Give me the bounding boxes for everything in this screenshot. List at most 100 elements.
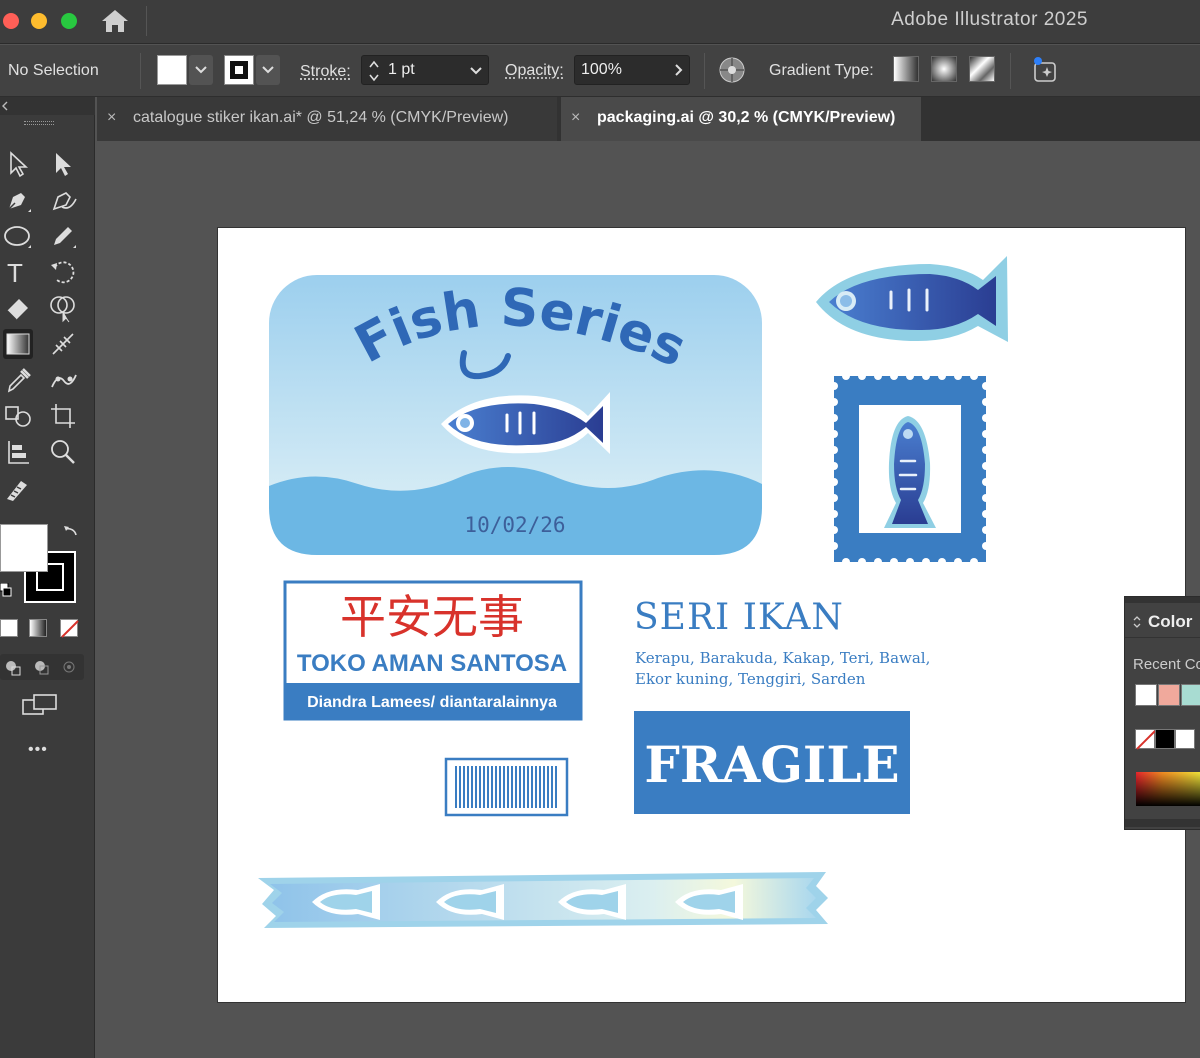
- close-icon[interactable]: ×: [107, 109, 116, 127]
- recolor-artwork-icon[interactable]: [717, 55, 747, 85]
- tab-label: packaging.ai @ 30,2 % (CMYK/Preview): [597, 109, 896, 126]
- column-graph-tool-icon[interactable]: [3, 437, 33, 467]
- gradient-tool-icon[interactable]: [3, 329, 33, 359]
- store-chinese-text: 平安无事: [340, 590, 524, 644]
- chevron-right-icon[interactable]: [675, 64, 683, 76]
- curvature-tool-icon[interactable]: [48, 185, 78, 215]
- opacity-label[interactable]: Opacity:: [505, 62, 564, 80]
- tab-packaging[interactable]: × packaging.ai @ 30,2 % (CMYK/Preview): [561, 97, 921, 141]
- none-swatch[interactable]: [1135, 729, 1156, 750]
- linear-gradient-button[interactable]: [893, 56, 919, 82]
- color-panel-title[interactable]: Color: [1148, 612, 1192, 632]
- tab-label: catalogue stiker ikan.ai* @ 51,24 % (CMY…: [133, 109, 509, 126]
- fish-ribbon[interactable]: [258, 872, 828, 928]
- ellipse-tool-icon[interactable]: [3, 221, 33, 251]
- store-name: TOKO AMAN SANTOSA: [297, 650, 567, 677]
- draw-inside-icon[interactable]: [60, 658, 78, 676]
- shape-builder-tool-icon[interactable]: [48, 293, 78, 323]
- maximize-window-button[interactable]: [61, 13, 77, 29]
- stepper-icon[interactable]: [368, 59, 380, 83]
- swap-colors-icon[interactable]: [62, 523, 80, 541]
- black-swatch[interactable]: [1155, 729, 1175, 749]
- selection-status: No Selection: [8, 62, 99, 79]
- radial-gradient-button[interactable]: [931, 56, 957, 82]
- tab-catalogue-stiker-ikan[interactable]: × catalogue stiker ikan.ai* @ 51,24 % (C…: [97, 97, 557, 141]
- fish-sticker[interactable]: [816, 256, 1008, 342]
- direct-selection-tool-icon[interactable]: [48, 149, 78, 179]
- artboard[interactable]: Fish Series 10/02/26 平安无事 TOKO AMAN SANT…: [218, 228, 1185, 1002]
- close-icon[interactable]: ×: [571, 109, 580, 127]
- chevron-down-icon: [195, 66, 207, 74]
- card-date: 10/02/26: [464, 513, 565, 537]
- type-tool-icon[interactable]: T: [3, 257, 33, 288]
- artboard-tool-icon[interactable]: [48, 401, 78, 431]
- edit-toolbar-button[interactable]: •••: [28, 741, 48, 759]
- fill-swatch[interactable]: [157, 55, 187, 85]
- zoom-tool-icon[interactable]: [48, 437, 78, 467]
- barcode[interactable]: [444, 757, 569, 817]
- shaper-tool-icon[interactable]: [3, 473, 33, 503]
- panel-footer: [1125, 819, 1200, 827]
- divider: [1010, 53, 1011, 89]
- stroke-dropdown[interactable]: [256, 55, 280, 85]
- puppet-warp-tool-icon[interactable]: [48, 365, 78, 395]
- app-title: Adobe Illustrator 2025: [891, 9, 1088, 30]
- recent-swatch-mint[interactable]: [1181, 684, 1200, 706]
- blend-tool-icon[interactable]: [3, 401, 33, 431]
- default-colors-icon[interactable]: [0, 582, 12, 597]
- panel-divider: [1125, 637, 1200, 638]
- seri-ikan-heading: SERI IKAN: [634, 597, 844, 638]
- title-separator: [146, 6, 147, 36]
- recent-swatch-salmon[interactable]: [1158, 684, 1180, 706]
- collapse-icon[interactable]: [2, 101, 8, 111]
- selection-tool-icon[interactable]: [3, 149, 33, 179]
- grip-icon[interactable]: [24, 121, 54, 125]
- stroke-label[interactable]: Stroke:: [300, 63, 351, 81]
- eyedropper-tool-icon[interactable]: [3, 365, 33, 395]
- draw-normal-icon[interactable]: [4, 658, 22, 676]
- pencil-tool-icon[interactable]: [48, 221, 78, 251]
- recent-colors-label: Recent Co: [1133, 656, 1200, 673]
- mesh-tool-icon[interactable]: [48, 329, 78, 359]
- seri-ikan-line-1: Kerapu, Barakuda, Kakap, Teri, Bawal,: [635, 649, 930, 667]
- fill-dropdown[interactable]: [189, 55, 213, 85]
- white-swatch[interactable]: [1175, 729, 1195, 749]
- draw-behind-icon[interactable]: [32, 658, 50, 676]
- home-icon[interactable]: [99, 6, 131, 36]
- title-bar: Adobe Illustrator 2025: [0, 0, 1200, 44]
- control-bar: No Selection Stroke: 1 pt Opacity: 100% …: [0, 45, 1200, 97]
- draw-modes-group: [0, 654, 84, 680]
- postage-stamp[interactable]: [830, 372, 990, 566]
- svg-text:T: T: [7, 258, 23, 287]
- fill-color-swatch[interactable]: [0, 524, 48, 572]
- minimize-window-button[interactable]: [31, 13, 47, 29]
- panel-options-chevron-icon[interactable]: [1133, 615, 1141, 629]
- close-window-button[interactable]: [3, 13, 19, 29]
- chevron-down-icon[interactable]: [470, 67, 482, 75]
- divider: [140, 53, 141, 89]
- freeform-gradient-button[interactable]: [969, 56, 995, 82]
- stroke-weight-value: 1 pt: [388, 61, 415, 78]
- opacity-value: 100%: [581, 61, 622, 78]
- divider: [704, 53, 705, 89]
- generative-sparkle-icon[interactable]: [1030, 55, 1060, 85]
- rotate-tool-icon[interactable]: [48, 257, 78, 287]
- pen-tool-icon[interactable]: [3, 185, 33, 215]
- color-mode-button[interactable]: [0, 619, 18, 637]
- panel-grip[interactable]: [1125, 597, 1200, 603]
- store-footer: Diandra Lamees/ diantaralainnya: [307, 694, 557, 711]
- none-mode-button[interactable]: [60, 619, 79, 638]
- screen-mode-icon[interactable]: [22, 694, 58, 718]
- eraser-tool-icon[interactable]: [3, 293, 33, 323]
- artwork: Fish Series 10/02/26 平安无事 TOKO AMAN SANT…: [258, 256, 1008, 928]
- tools-panel: T •••: [0, 97, 95, 1058]
- illustrator-window: Adobe Illustrator 2025 No Selection Stro…: [0, 0, 1200, 1058]
- opacity-field[interactable]: 100%: [574, 55, 690, 85]
- color-spectrum[interactable]: [1136, 772, 1200, 806]
- gradient-mode-button[interactable]: [29, 619, 47, 637]
- recent-swatch-white[interactable]: [1135, 684, 1157, 706]
- fragile-text: FRAGILE: [644, 735, 899, 794]
- stroke-weight-field[interactable]: 1 pt: [361, 55, 489, 85]
- stroke-swatch[interactable]: [224, 55, 254, 85]
- color-panel: Color Recent Co: [1124, 596, 1200, 830]
